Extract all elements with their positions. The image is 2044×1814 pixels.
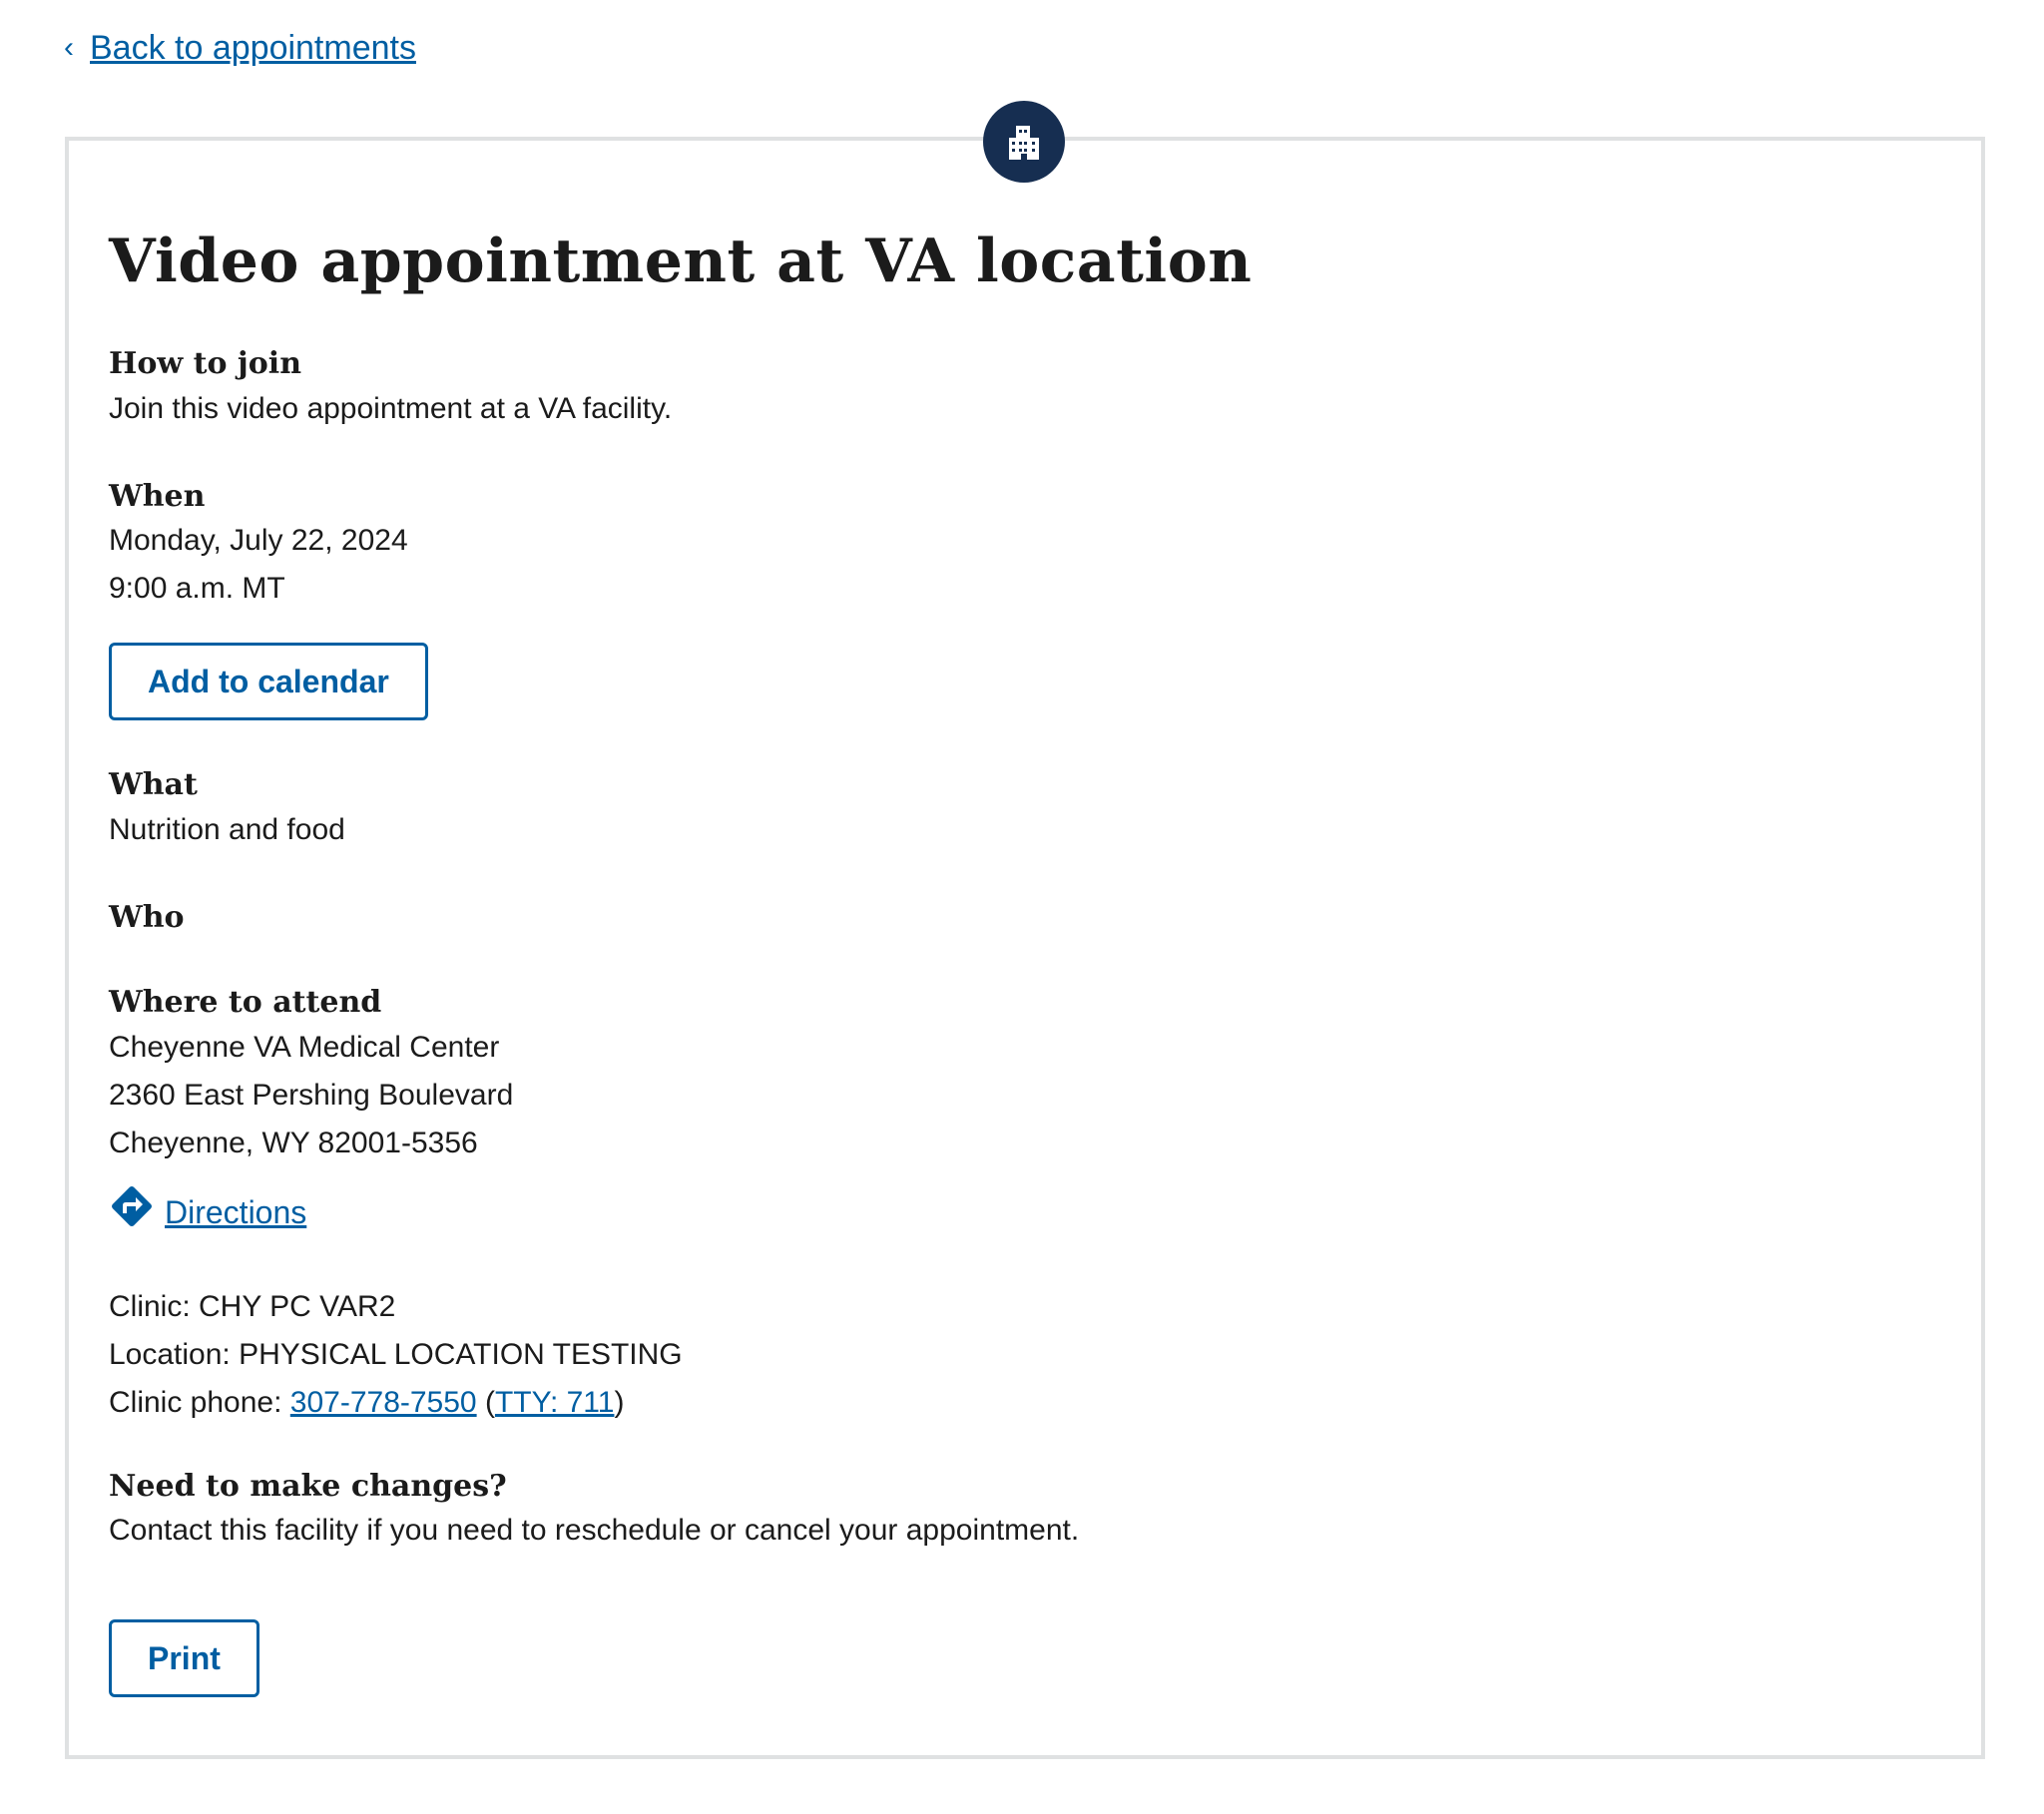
building-icon-graphic [1009, 126, 1039, 160]
how-to-join-heading: How to join [109, 346, 302, 381]
appointment-date: Monday, July 22, 2024 [109, 524, 408, 557]
chevron-left-icon: ‹ [64, 31, 74, 64]
page-title: Video appointment at VA location [109, 227, 1253, 296]
back-to-appointments-link[interactable]: Back to appointments [90, 26, 416, 70]
tty-link[interactable]: TTY: 711 [495, 1386, 615, 1419]
facility-address-line1: 2360 East Pershing Boulevard [109, 1079, 514, 1112]
what-text: Nutrition and food [109, 813, 345, 846]
directions-link[interactable]: Directions [165, 1190, 306, 1234]
facility-name: Cheyenne VA Medical Center [109, 1031, 500, 1064]
facility-address-line2: Cheyenne, WY 82001-5356 [109, 1127, 478, 1159]
who-heading: Who [109, 900, 185, 935]
appointment-time: 9:00 a.m. MT [109, 572, 285, 605]
open-paren: ( [476, 1386, 495, 1419]
print-button[interactable]: Print [109, 1619, 259, 1697]
need-to-make-changes-text: Contact this facility if you need to res… [109, 1514, 1080, 1547]
when-heading: When [109, 479, 206, 514]
back-navigation: ‹ Back to appointments [64, 26, 416, 70]
clinic-phone-line: Clinic phone: 307-778-7550 (TTY: 711) [109, 1379, 624, 1427]
how-to-join-text: Join this video appointment at a VA faci… [109, 392, 673, 425]
need-to-make-changes-heading: Need to make changes? [109, 1469, 507, 1504]
clinic-phone-label: Clinic phone: [109, 1386, 290, 1419]
what-heading: What [109, 767, 198, 802]
add-to-calendar-button[interactable]: Add to calendar [109, 643, 428, 720]
building-icon [983, 101, 1065, 183]
clinic-phone-link[interactable]: 307-778-7550 [290, 1386, 477, 1419]
directions-link-group: Directions [109, 1183, 306, 1240]
clinic-name: Clinic: CHY PC VAR2 [109, 1290, 396, 1323]
directions-icon [109, 1183, 155, 1240]
close-paren: ) [614, 1386, 625, 1419]
where-heading: Where to attend [109, 985, 382, 1020]
clinic-location: Location: PHYSICAL LOCATION TESTING [109, 1338, 683, 1371]
